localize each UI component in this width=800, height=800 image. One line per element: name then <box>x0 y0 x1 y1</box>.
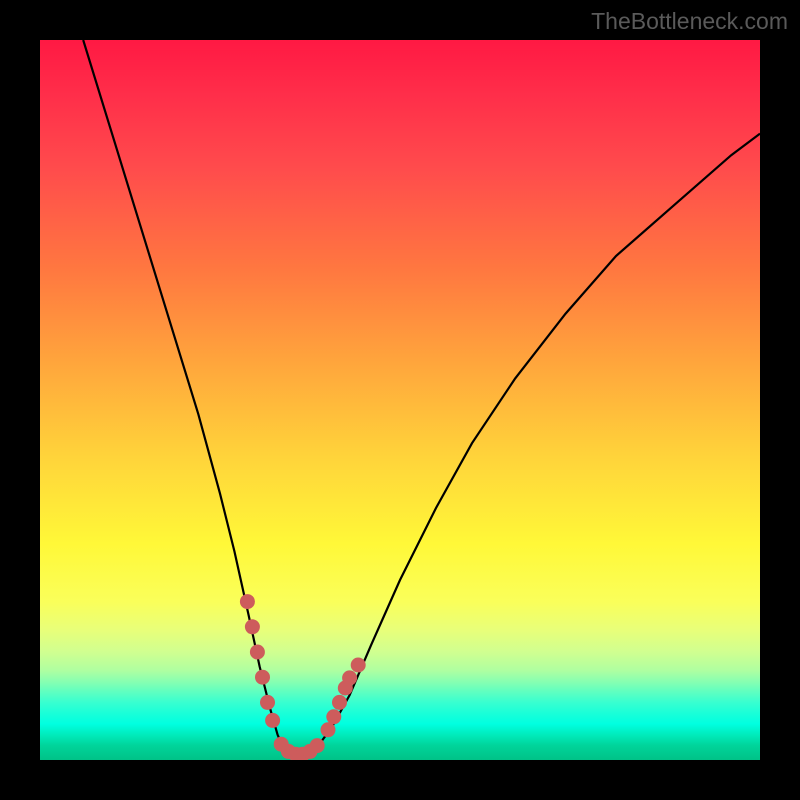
highlight-dot <box>288 747 303 760</box>
highlight-dot <box>351 658 366 673</box>
highlight-dot <box>332 695 347 710</box>
highlight-dot <box>260 695 275 710</box>
bottleneck-curve-line <box>83 40 760 759</box>
highlight-dot <box>321 722 336 737</box>
highlight-dot <box>245 619 260 634</box>
highlight-dot <box>338 681 353 696</box>
highlight-dot <box>281 744 296 759</box>
chart-svg <box>40 40 760 760</box>
highlight-dot <box>295 747 310 760</box>
highlight-markers <box>240 594 366 760</box>
chart-plot-area <box>40 40 760 760</box>
highlight-dot <box>240 594 255 609</box>
highlight-dot <box>265 713 280 728</box>
highlight-dot <box>250 645 265 660</box>
highlight-dot <box>342 670 357 685</box>
highlight-dot <box>255 670 270 685</box>
highlight-dot <box>326 709 341 724</box>
highlight-dot <box>274 737 289 752</box>
highlight-dot <box>303 744 318 759</box>
highlight-dot <box>310 738 325 753</box>
watermark-text: TheBottleneck.com <box>591 8 788 35</box>
